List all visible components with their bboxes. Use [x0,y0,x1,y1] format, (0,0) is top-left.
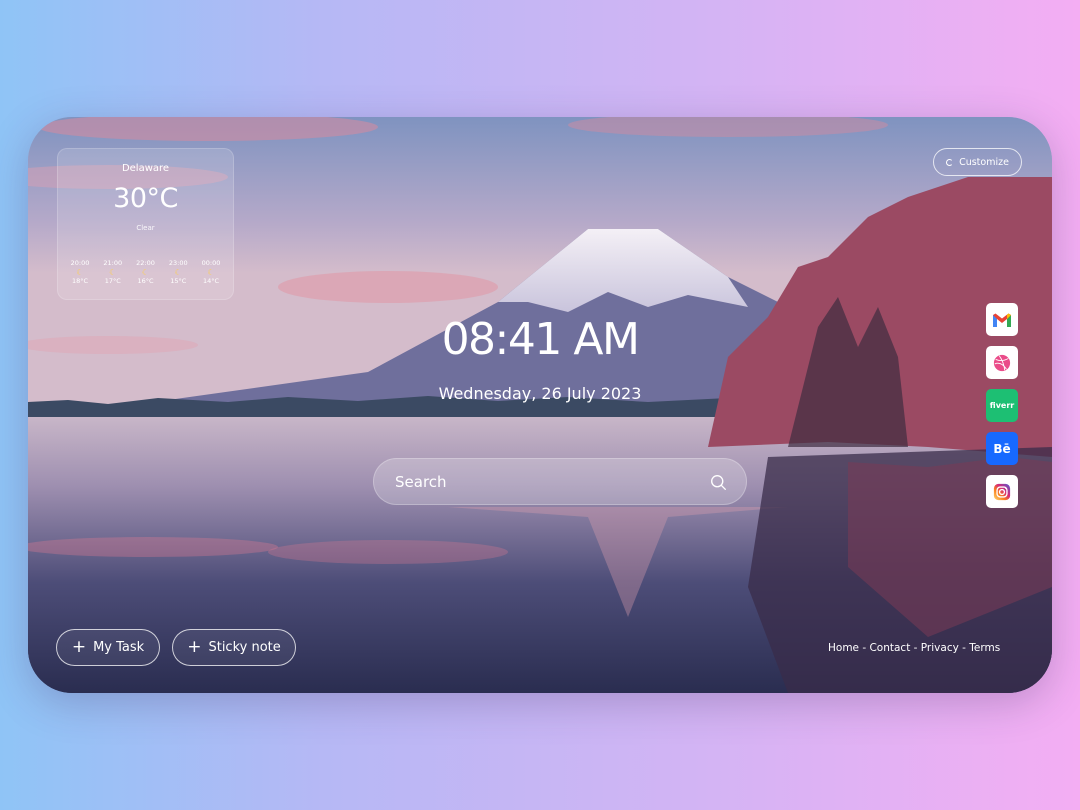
behance-icon[interactable]: Bē [986,432,1018,465]
moon-icon: ☾ [109,268,117,277]
sticky-note-button[interactable]: + Sticky note [172,629,296,666]
clock-time: 08:41 AM [441,314,640,365]
app-shortcuts: fiverr Bē [986,303,1018,508]
moon-icon: ☾ [174,268,182,277]
forecast-time: 20:00 [70,259,90,267]
plus-icon: + [71,637,87,657]
my-task-button[interactable]: + My Task [56,629,160,666]
plus-icon: + [187,637,202,657]
gmail-icon[interactable] [986,303,1018,336]
loading-icon [946,158,954,166]
weather-temperature: 30°C [113,183,178,214]
customize-label: Customize [959,156,1009,168]
forecast-hour: 21:00 ☾ 17°C [98,259,128,286]
forecast-temp: 17°C [104,277,121,285]
forecast-temp: 16°C [137,277,154,285]
weather-hourly-forecast: 20:00 ☾ 18°C 21:00 ☾ 17°C 22:00 ☾ 16°C 2… [65,259,226,286]
forecast-temp: 15°C [170,277,187,285]
forecast-hour: 22:00 ☾ 16°C [131,259,161,286]
new-tab-window: Delaware 30°C Clear 20:00 ☾ 18°C 21:00 ☾… [28,117,1052,693]
moon-icon: ☾ [76,268,84,277]
forecast-time: 00:00 [201,259,221,267]
weather-location: Delaware [121,163,170,174]
dribbble-icon[interactable] [986,346,1018,379]
my-task-label: My Task [93,640,145,655]
search-icon[interactable] [710,474,727,491]
footer-links[interactable]: Home - Contact - Privacy - Terms [828,642,1000,654]
forecast-hour: 20:00 ☾ 18°C [65,259,95,286]
weather-widget: Delaware 30°C Clear 20:00 ☾ 18°C 21:00 ☾… [57,148,234,300]
clock-date: Wednesday, 26 July 2023 [438,384,642,403]
forecast-time: 22:00 [136,259,155,267]
fiverr-icon[interactable]: fiverr [986,389,1018,422]
forecast-hour: 23:00 ☾ 15°C [163,259,193,286]
forecast-hour: 00:00 ☾ 14°C [196,259,226,286]
forecast-time: 21:00 [103,259,123,267]
moon-icon: ☾ [207,268,215,277]
search-bar [373,458,747,505]
customize-button[interactable]: Customize [933,148,1022,176]
instagram-icon[interactable] [986,475,1018,508]
moon-icon: ☾ [141,268,150,277]
forecast-temp: 14°C [202,277,220,285]
sticky-note-label: Sticky note [208,640,281,655]
weather-condition: Clear [136,224,155,232]
forecast-time: 23:00 [168,259,188,267]
forecast-temp: 18°C [71,277,89,285]
search-input[interactable] [395,459,695,504]
